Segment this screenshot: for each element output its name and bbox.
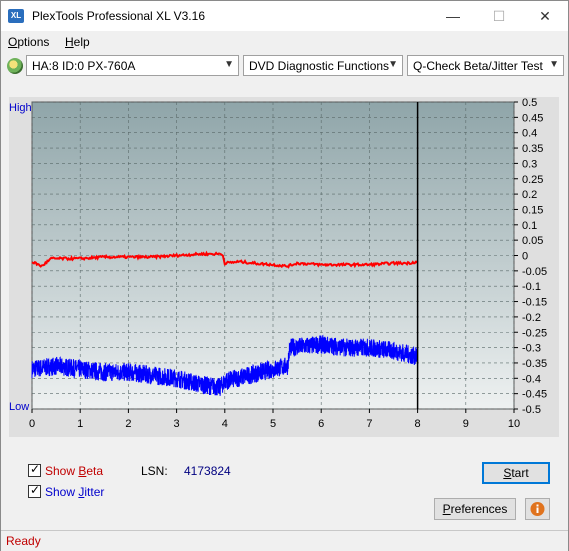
- y-tick-label: 0: [522, 251, 528, 263]
- y-tick-label: 0.25: [522, 174, 543, 186]
- close-button[interactable]: ✕: [522, 1, 568, 31]
- x-tick-label: 9: [463, 418, 469, 430]
- test-select[interactable]: Q-Check Beta/Jitter Test ▼: [407, 55, 564, 76]
- show-jitter-checkbox[interactable]: ✓: [28, 483, 41, 498]
- checkmark-icon: ✓: [30, 462, 41, 476]
- bottom-panel: ✓ Show Beta ✓ Show Jitter LSN: 4173824 S…: [9, 447, 559, 529]
- x-tick-label: 3: [174, 418, 180, 430]
- x-tick-label: 7: [366, 418, 372, 430]
- app-window: XL PlexTools Professional XL V3.16 — ☐ ✕…: [0, 0, 569, 551]
- disc-drive-icon: [7, 58, 23, 74]
- plextools-logo-icon: XL: [8, 9, 24, 23]
- lsn-label: LSN:: [141, 464, 168, 478]
- chevron-down-icon: ▼: [224, 59, 234, 70]
- status-text: Ready: [6, 534, 41, 548]
- y-tick-label: -0.4: [522, 373, 541, 385]
- y-tick-label: 0.5: [522, 97, 537, 109]
- y-tick-label: 0.2: [522, 189, 537, 201]
- x-tick-label: 10: [508, 418, 520, 430]
- drive-select[interactable]: HA:8 ID:0 PX-760A ▼: [26, 55, 239, 76]
- start-label: tart: [511, 466, 529, 480]
- maximize-button[interactable]: ☐: [476, 1, 522, 31]
- axis-high-label: High: [9, 102, 32, 114]
- start-button[interactable]: Start: [482, 462, 550, 484]
- chart-svg: 0.5 0.45 0.4 0.35 0.3 0.25 0.2 0.15 0.1 0.05 0 -0.0…: [29, 97, 547, 430]
- checkmark-icon: ✓: [30, 483, 41, 497]
- y-tick-label: -0.3: [522, 343, 541, 355]
- menu-help[interactable]: Help: [65, 35, 90, 49]
- axis-low-label: Low: [9, 401, 30, 413]
- menu-options-label: ptions: [17, 35, 50, 49]
- y-tick-label: 0.05: [522, 235, 543, 247]
- title-bar: XL PlexTools Professional XL V3.16 — ☐ ✕: [1, 1, 568, 31]
- menu-help-label: elp: [73, 35, 90, 49]
- y-tick-label: -0.2: [522, 312, 541, 324]
- jitter-beta-chart: 0.5 0.45 0.4 0.35 0.3 0.25 0.2 0.15 0.1 0.05 0 -0.0…: [9, 97, 559, 437]
- info-icon: [530, 502, 545, 516]
- function-select[interactable]: DVD Diagnostic Functions ▼: [243, 55, 403, 76]
- x-tick-label: 1: [77, 418, 83, 430]
- y-tick-label: -0.05: [522, 266, 547, 278]
- preferences-button[interactable]: Preferences: [434, 498, 516, 520]
- show-jitter-text: Show: [45, 485, 79, 499]
- function-select-value: DVD Diagnostic Functions: [249, 59, 390, 73]
- menu-bar: Options Help: [1, 32, 568, 52]
- y-tick-label: -0.1: [522, 281, 541, 293]
- window-title: PlexTools Professional XL V3.16: [32, 9, 205, 23]
- toolbar: HA:8 ID:0 PX-760A ▼ DVD Diagnostic Funct…: [1, 53, 568, 79]
- show-jitter-label[interactable]: Show Jitter: [45, 485, 104, 499]
- x-tick-label: 6: [318, 418, 324, 430]
- y-tick-label: 0.3: [522, 158, 537, 170]
- lsn-value: 4173824: [184, 464, 231, 478]
- y-tick-label: 0.45: [522, 112, 543, 124]
- x-tick-label: 2: [125, 418, 131, 430]
- y-tick-label: 0.15: [522, 204, 543, 216]
- info-button[interactable]: [525, 498, 550, 520]
- menu-help-accel: H: [65, 35, 74, 49]
- x-tick-label: 4: [222, 418, 228, 430]
- y-tick-label: 0.35: [522, 143, 543, 155]
- x-tick-label: 0: [29, 418, 35, 430]
- y-tick-label: -0.25: [522, 327, 547, 339]
- y-tick-label: -0.35: [522, 358, 547, 370]
- x-tick-label: 5: [270, 418, 276, 430]
- drive-select-value: HA:8 ID:0 PX-760A: [32, 59, 136, 73]
- y-tick-label: 0.1: [522, 220, 537, 232]
- show-beta-text-rest: eta: [86, 464, 104, 478]
- preferences-accel: P: [442, 502, 451, 516]
- y-tick-label: -0.5: [522, 404, 541, 416]
- menu-options-accel: O: [8, 35, 18, 49]
- show-beta-label[interactable]: Show Beta: [45, 464, 103, 478]
- x-tick-label: 8: [415, 418, 421, 430]
- show-beta-text: Show: [45, 464, 79, 478]
- test-select-value: Q-Check Beta/Jitter Test: [413, 59, 543, 73]
- menu-options[interactable]: Options: [8, 35, 49, 49]
- chevron-down-icon: ▼: [549, 59, 559, 70]
- y-tick-label: -0.45: [522, 389, 547, 401]
- show-beta-checkbox[interactable]: ✓: [28, 462, 41, 477]
- preferences-label: references: [450, 502, 508, 516]
- minimize-button[interactable]: —: [430, 1, 476, 31]
- status-bar: Ready: [1, 530, 568, 551]
- y-tick-label: 0.4: [522, 128, 537, 140]
- show-jitter-text-rest: itter: [84, 485, 105, 499]
- y-tick-label: -0.15: [522, 297, 547, 309]
- chevron-down-icon: ▼: [388, 59, 398, 70]
